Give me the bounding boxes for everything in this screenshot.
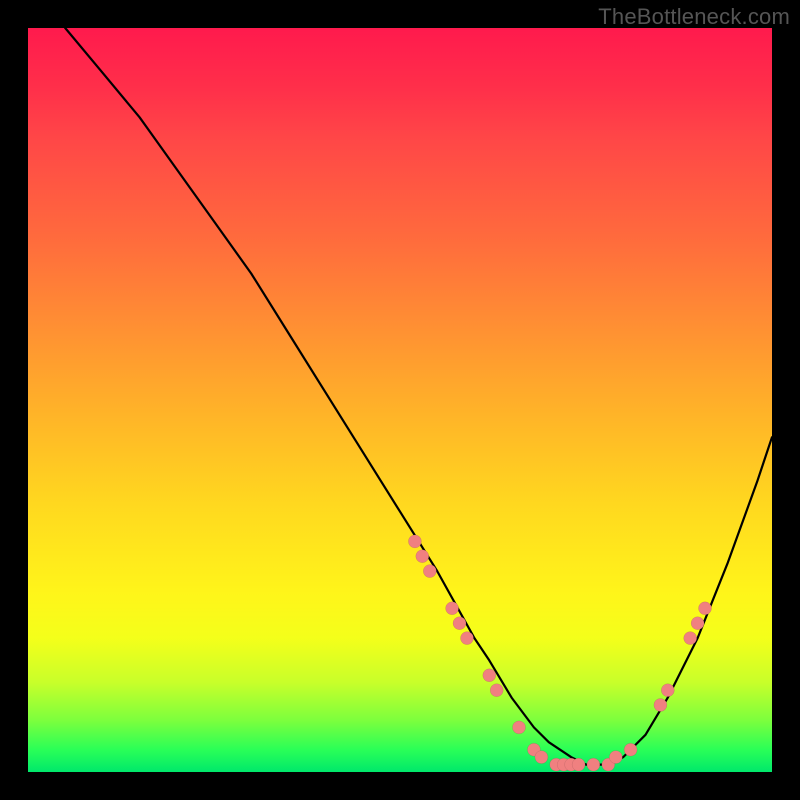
data-point-p7 [483, 669, 496, 682]
watermark-text: TheBottleneck.com [598, 4, 790, 30]
data-point-p23 [691, 617, 704, 630]
data-point-p15 [572, 758, 585, 771]
data-point-p2 [416, 550, 429, 563]
data-point-p16 [587, 758, 600, 771]
data-point-p1 [408, 535, 421, 548]
data-point-p3 [423, 565, 436, 578]
chart-svg [28, 28, 772, 772]
data-point-p18 [609, 751, 622, 764]
data-point-p9 [513, 721, 526, 734]
data-point-p20 [654, 699, 667, 712]
data-point-p4 [446, 602, 459, 615]
data-point-p6 [461, 632, 474, 645]
data-points-group [408, 535, 711, 771]
data-point-p19 [624, 743, 637, 756]
data-point-p22 [684, 632, 697, 645]
plot-area [28, 28, 772, 772]
data-point-p24 [699, 602, 712, 615]
data-point-p8 [490, 684, 503, 697]
data-point-p21 [661, 684, 674, 697]
data-point-p5 [453, 617, 466, 630]
bottleneck-curve [65, 28, 772, 765]
data-point-p11 [535, 751, 548, 764]
chart-frame: TheBottleneck.com [0, 0, 800, 800]
